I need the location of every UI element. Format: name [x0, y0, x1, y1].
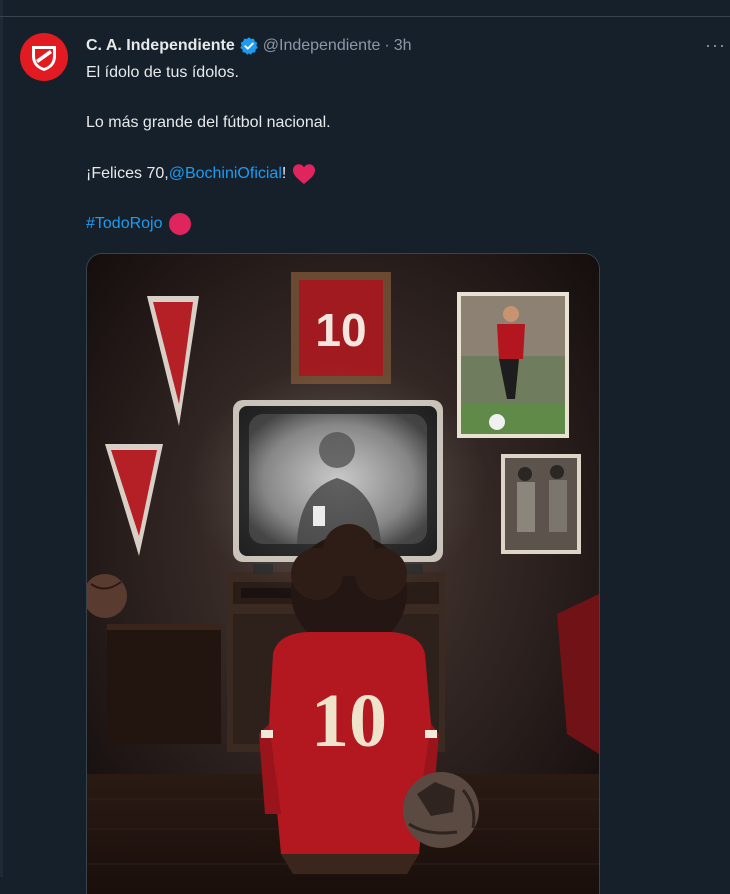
tweet-line-4: #TodoRojo: [86, 213, 191, 235]
line3-suffix: !: [281, 165, 287, 182]
club-crest-icon: [32, 46, 56, 71]
tweet-header: C. A. Independiente @Independiente · 3h: [86, 35, 412, 57]
tweet-line-2: Lo más grande del fútbol nacional.: [86, 114, 331, 131]
tweet-line-3: ¡Felices 70, @BochiniOficial !: [86, 163, 316, 185]
soccer-ball: [403, 772, 479, 848]
tweet[interactable]: C. A. Independiente @Independiente · 3h …: [0, 17, 730, 894]
avatar[interactable]: [20, 33, 68, 81]
display-name[interactable]: C. A. Independiente: [86, 37, 235, 55]
tweet-media-image[interactable]: 10 10: [86, 253, 600, 894]
mention-link[interactable]: @BochiniOficial: [169, 164, 282, 184]
line3-prefix: ¡Felices 70,: [86, 165, 169, 182]
tweet-line-1: El ídolo de tus ídolos.: [86, 64, 239, 81]
framed-jersey-number: 10: [315, 304, 366, 356]
hashtag-link[interactable]: #TodoRojo: [86, 214, 163, 234]
verified-badge-icon: [239, 36, 259, 56]
handle[interactable]: @Independiente: [263, 37, 381, 55]
timestamp[interactable]: 3h: [394, 37, 412, 55]
red-heart-icon: [292, 163, 316, 185]
shirt-number: 10: [311, 679, 387, 763]
separator-dot: ·: [384, 37, 390, 54]
more-options-icon[interactable]: ···: [705, 35, 726, 56]
red-circle-icon: [168, 213, 191, 235]
media-illustration: 10 10: [87, 254, 599, 894]
